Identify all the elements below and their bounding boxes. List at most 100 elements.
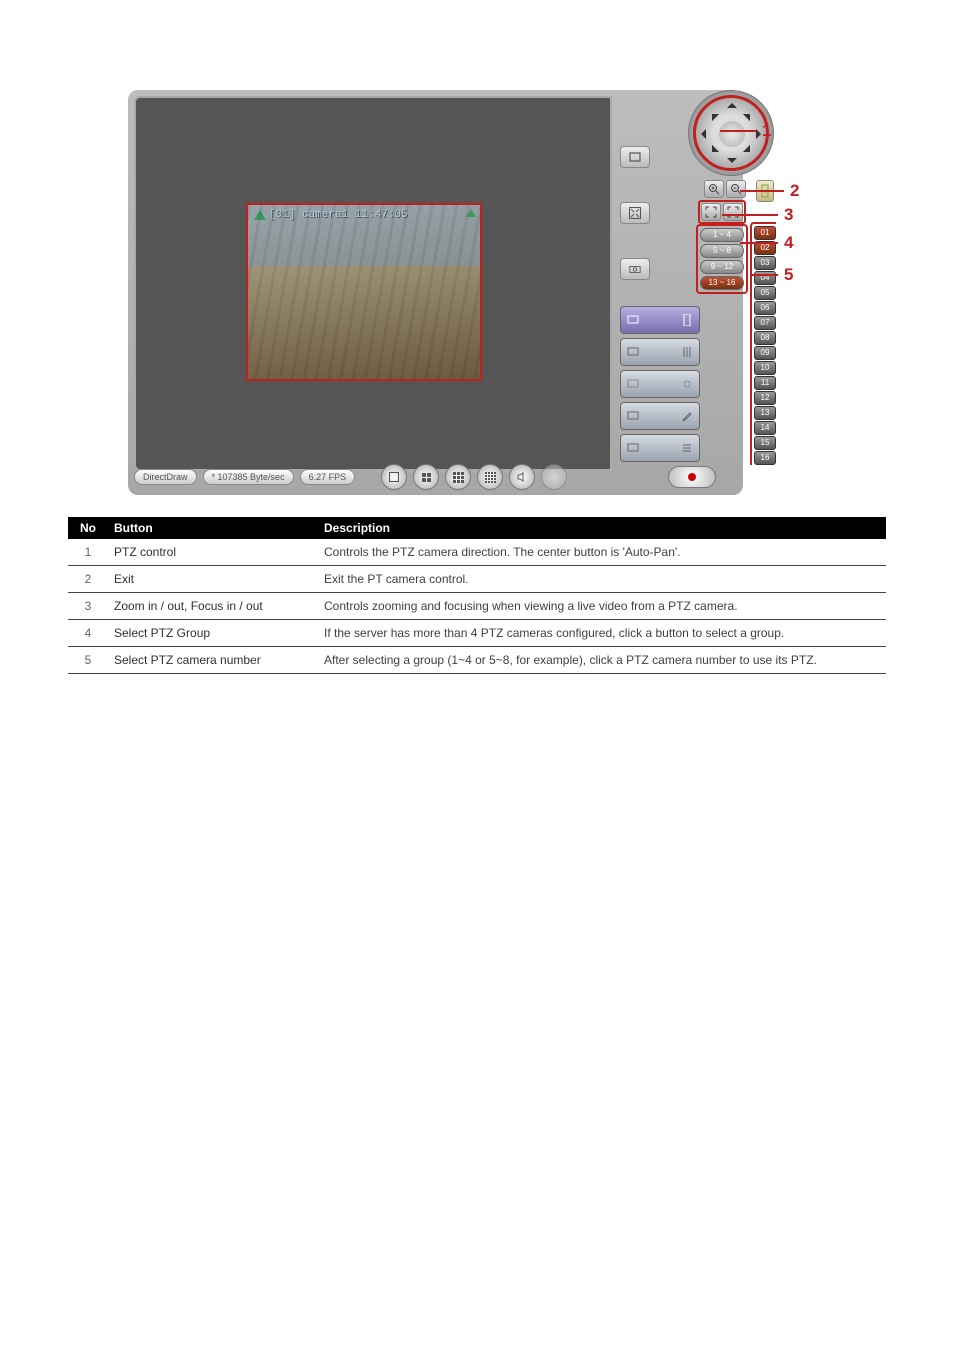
col-description: Description — [318, 517, 886, 539]
ptz-cam-14[interactable]: 14 — [754, 421, 776, 435]
monitor-icon — [627, 378, 639, 390]
monitor-icon — [627, 346, 639, 358]
focus-in-icon — [705, 206, 717, 218]
record-button[interactable] — [668, 466, 716, 488]
ptz-group-5-8[interactable]: 5 ~ 8 — [700, 244, 744, 258]
ptz-cam-08[interactable]: 08 — [754, 331, 776, 345]
ptz-left-button[interactable] — [696, 129, 706, 139]
table-body: 1 PTZ control Controls the PTZ camera di… — [68, 539, 886, 674]
video-pane: [01] camera1 11:47:05 — [134, 96, 612, 471]
zoom-out-icon — [730, 183, 742, 195]
camera-view[interactable]: [01] camera1 11:47:05 — [246, 203, 482, 381]
menu-button-2[interactable] — [620, 338, 700, 366]
ptz-group-selector: 1 ~ 4 5 ~ 8 9 ~ 12 13 ~ 16 — [696, 224, 748, 294]
zoom-in-button[interactable] — [704, 180, 724, 198]
list-icon — [681, 442, 693, 454]
callout-line — [720, 130, 756, 132]
ptz-cam-03[interactable]: 03 — [754, 256, 776, 270]
ptz-description-table: No Button Description 1 PTZ control Cont… — [68, 517, 886, 674]
layout-1-button[interactable] — [381, 464, 407, 490]
zoom-out-button[interactable] — [726, 180, 746, 198]
gear-icon — [681, 378, 693, 390]
single-view-icon — [389, 472, 399, 482]
menu-button-3[interactable] — [620, 370, 700, 398]
snapshot-button[interactable] — [620, 258, 650, 280]
menu-button-4[interactable] — [620, 402, 700, 430]
ptz-group-9-12[interactable]: 9 ~ 12 — [700, 260, 744, 274]
layout-9-button[interactable] — [445, 464, 471, 490]
ptz-group-13-16[interactable]: 13 ~ 16 — [700, 276, 744, 290]
door-icon — [681, 314, 693, 326]
table-row: 2 Exit Exit the PT camera control. — [68, 566, 886, 593]
sliders-icon — [681, 346, 693, 358]
callout-5: 5 — [784, 265, 793, 285]
renderer-badge: DirectDraw — [134, 469, 197, 485]
disabled-button — [541, 464, 567, 490]
table-row: 5 Select PTZ camera number After selecti… — [68, 647, 886, 674]
camera-icon — [629, 263, 641, 275]
callout-line — [752, 274, 778, 276]
camera-overlay-label: [01] camera1 11:47:05 — [254, 209, 408, 221]
callout-4: 4 — [784, 233, 793, 253]
menu-button-1[interactable] — [620, 306, 700, 334]
fullscreen-icon — [629, 207, 641, 219]
monitor-icon — [627, 314, 639, 326]
ptz-cam-11[interactable]: 11 — [754, 376, 776, 390]
ptz-group-1-4[interactable]: 1 ~ 4 — [700, 228, 744, 242]
pencil-icon — [681, 410, 693, 422]
fullscreen-button[interactable] — [620, 202, 650, 224]
status-triangle-icon — [466, 209, 476, 217]
grid9-icon — [453, 472, 464, 483]
monitor-icon — [627, 442, 639, 454]
monitor-icon — [627, 410, 639, 422]
ptz-cam-15[interactable]: 15 — [754, 436, 776, 450]
grid16-icon — [485, 472, 496, 483]
ptz-up-button[interactable] — [727, 98, 737, 108]
ptz-control-cluster: 1 ~ 4 5 ~ 8 9 ~ 12 13 ~ 16 01 02 03 04 0… — [614, 90, 784, 495]
window-mode-button[interactable] — [620, 146, 650, 168]
record-icon — [688, 473, 696, 481]
ptz-cam-07[interactable]: 07 — [754, 316, 776, 330]
zoom-controls — [704, 180, 746, 198]
focus-in-button[interactable] — [701, 203, 721, 221]
ptz-cam-09[interactable]: 09 — [754, 346, 776, 360]
speaker-icon — [516, 471, 528, 483]
callout-line — [740, 190, 784, 192]
ptz-cam-10[interactable]: 10 — [754, 361, 776, 375]
ptz-cam-01[interactable]: 01 — [754, 226, 776, 240]
table-row: 3 Zoom in / out, Focus in / out Controls… — [68, 593, 886, 620]
ptz-camera-number-selector: 01 02 03 04 05 06 07 08 09 10 11 12 13 1… — [750, 222, 776, 465]
focus-controls — [698, 200, 746, 224]
focus-out-icon — [727, 206, 739, 218]
ptz-cam-12[interactable]: 12 — [754, 391, 776, 405]
ptz-cam-16[interactable]: 16 — [754, 451, 776, 465]
ptz-autopan-button[interactable] — [719, 121, 745, 147]
menu-button-5[interactable] — [620, 434, 700, 462]
focus-out-button[interactable] — [723, 203, 743, 221]
callout-1: 1 — [762, 121, 771, 141]
callout-line — [722, 214, 778, 216]
audio-button[interactable] — [509, 464, 535, 490]
col-no: No — [68, 517, 108, 539]
fps-badge: 6.27 FPS — [300, 469, 356, 485]
zoom-in-icon — [708, 183, 720, 195]
status-bar: DirectDraw * 107385 Byte/sec 6.27 FPS — [134, 465, 724, 489]
side-buttons — [620, 146, 650, 280]
dvr-client-window: [01] camera1 11:47:05 — [128, 90, 743, 495]
camera-overlay-text: [01] camera1 11:47:05 — [269, 209, 408, 221]
ptz-cam-05[interactable]: 05 — [754, 286, 776, 300]
grid4-icon — [422, 473, 431, 482]
table-row: 1 PTZ control Controls the PTZ camera di… — [68, 539, 886, 566]
ptz-cam-06[interactable]: 06 — [754, 301, 776, 315]
callout-3: 3 — [784, 205, 793, 225]
col-button: Button — [108, 517, 318, 539]
callout-line — [740, 242, 778, 244]
callout-2: 2 — [790, 181, 799, 201]
ptz-down-button[interactable] — [727, 158, 737, 168]
layout-16-button[interactable] — [477, 464, 503, 490]
right-menu-stack — [620, 306, 700, 462]
ptz-cam-13[interactable]: 13 — [754, 406, 776, 420]
table-row: 4 Select PTZ Group If the server has mor… — [68, 620, 886, 647]
layout-4-button[interactable] — [413, 464, 439, 490]
status-triangle-icon — [254, 210, 266, 220]
